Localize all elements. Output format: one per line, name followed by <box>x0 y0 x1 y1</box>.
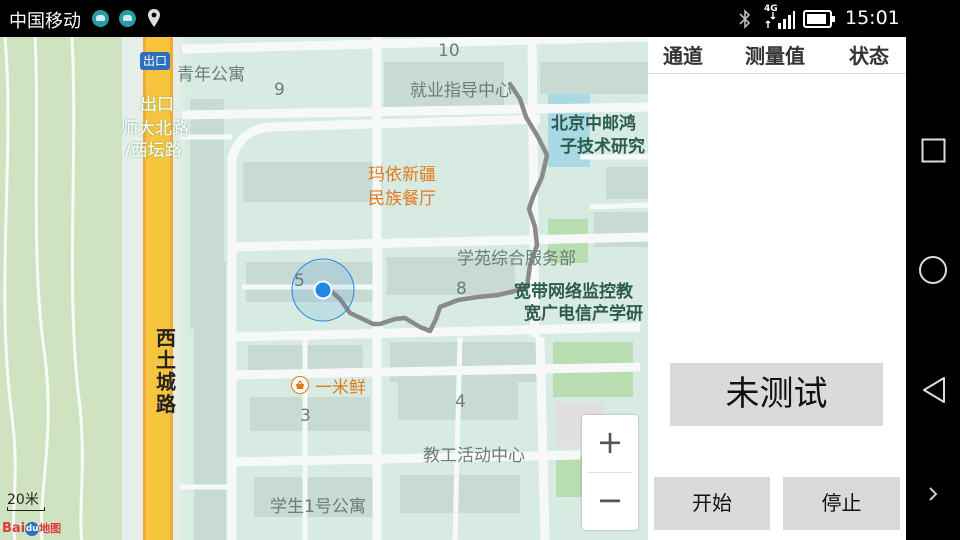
poi-label: 就业指导中心 <box>410 81 512 101</box>
navigation-bar <box>906 0 960 540</box>
header-divider <box>648 73 906 74</box>
building-number: 4 <box>455 392 466 412</box>
header-status: 状态 <box>849 44 889 68</box>
poi-label: 子技术研究 <box>560 137 645 157</box>
square-icon[interactable] <box>921 138 946 163</box>
battery-icon <box>803 10 835 28</box>
scale-label: 20米 <box>7 492 39 508</box>
poi-label: 青年公寓 <box>177 65 245 85</box>
building-number: 9 <box>274 80 285 100</box>
poi-label: 宽广电信产学研 <box>524 304 643 324</box>
bluetooth-icon <box>739 9 751 29</box>
circle-icon[interactable] <box>918 255 948 285</box>
stop-button[interactable]: 停止 <box>783 477 900 530</box>
exit-badge: 出口 <box>140 52 170 70</box>
poi-label: 学苑综合服务部 <box>457 249 576 269</box>
location-pin-icon <box>148 9 160 27</box>
status-button[interactable]: 未测试 <box>670 363 883 426</box>
poi-label: 民族餐厅 <box>368 189 436 209</box>
wechat-icon <box>119 10 136 27</box>
scale-bar <box>7 507 45 511</box>
poi-label: 北京中邮鸿 <box>551 114 636 134</box>
exit-name-label: 出口 <box>140 95 174 115</box>
zoom-out-button[interactable]: − <box>582 473 638 530</box>
header-channel: 通道 <box>663 44 703 68</box>
back-triangle-icon[interactable] <box>921 376 947 404</box>
carrier-label: 中国移动 <box>9 11 81 32</box>
clock: 15:01 <box>845 7 900 29</box>
poi-label: 一米鲜 <box>315 378 366 398</box>
shop-basket-icon <box>291 376 309 394</box>
map-view[interactable]: 出口 青年公寓 10 9 就业指导中心 出口 师大北路 /西坛路 北京中邮鸿 子… <box>0 37 648 540</box>
road-label: 西土城路 <box>156 326 176 416</box>
building-number: 5 <box>294 271 305 291</box>
poi-label: 玛依新疆 <box>368 165 436 185</box>
building-number: 3 <box>300 406 311 426</box>
baidu-logo: Baidu地图 <box>2 521 62 536</box>
wechat-icon <box>92 10 109 27</box>
header-value: 测量值 <box>745 44 805 68</box>
start-button[interactable]: 开始 <box>654 477 770 530</box>
chevron-right-icon[interactable] <box>928 486 938 502</box>
building-number: 10 <box>438 41 460 61</box>
measurement-panel: 通道 测量值 状态 未测试 开始 停止 <box>648 37 906 540</box>
signal-icon <box>765 11 795 29</box>
exit-name-label: /西坛路 <box>125 141 182 161</box>
status-bar: 中国移动 4G 15:01 <box>0 0 960 37</box>
poi-label: 学生1号公寓 <box>270 497 366 517</box>
poi-label: 教工活动中心 <box>423 446 525 466</box>
zoom-controls: + − <box>582 415 638 530</box>
building-number: 8 <box>456 279 467 299</box>
zoom-in-button[interactable]: + <box>582 415 638 472</box>
